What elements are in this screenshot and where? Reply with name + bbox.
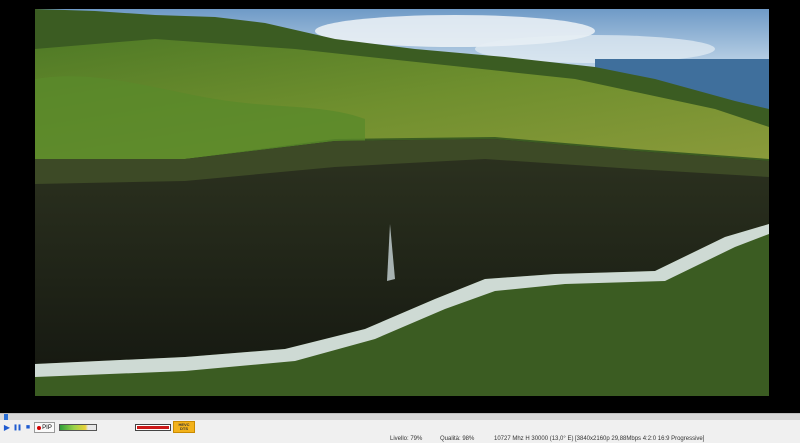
pip-button[interactable]: PIP: [34, 422, 55, 433]
signal-meter: [59, 424, 97, 431]
status-bar: Livello: 79% Qualità: 98% 10727 Mhz H 30…: [0, 435, 800, 443]
volume-fill: [137, 426, 170, 429]
play-button[interactable]: ▶: [3, 422, 11, 433]
stop-button[interactable]: ■: [24, 422, 32, 433]
video-frame: [35, 9, 769, 396]
codec-audio-label: DTS: [180, 426, 188, 431]
pip-label: PIP: [42, 424, 52, 431]
seek-bar[interactable]: [0, 413, 800, 420]
codec-badge: HEVC DTS: [173, 421, 195, 433]
status-format: [3840x2160p 29,88Mbps 4:2:0 16:9 Progres…: [575, 436, 705, 442]
status-tuning: 10727 Mhz H 30000 (13,0° E): [494, 436, 574, 442]
status-quality: Qualità: 98%: [440, 436, 475, 442]
volume-slider[interactable]: [135, 424, 171, 431]
pause-icon: ❚❚: [12, 425, 22, 431]
record-dot-icon: [37, 425, 42, 430]
status-level: Livello: 79%: [390, 436, 423, 442]
coastline-image: [35, 9, 769, 396]
video-area[interactable]: [0, 0, 800, 413]
stop-icon: ■: [25, 424, 31, 431]
pause-button[interactable]: ❚❚: [12, 422, 22, 433]
play-icon: ▶: [3, 423, 11, 432]
control-bar: ▶ ❚❚ ■ PIP HEVC DTS: [0, 420, 800, 435]
